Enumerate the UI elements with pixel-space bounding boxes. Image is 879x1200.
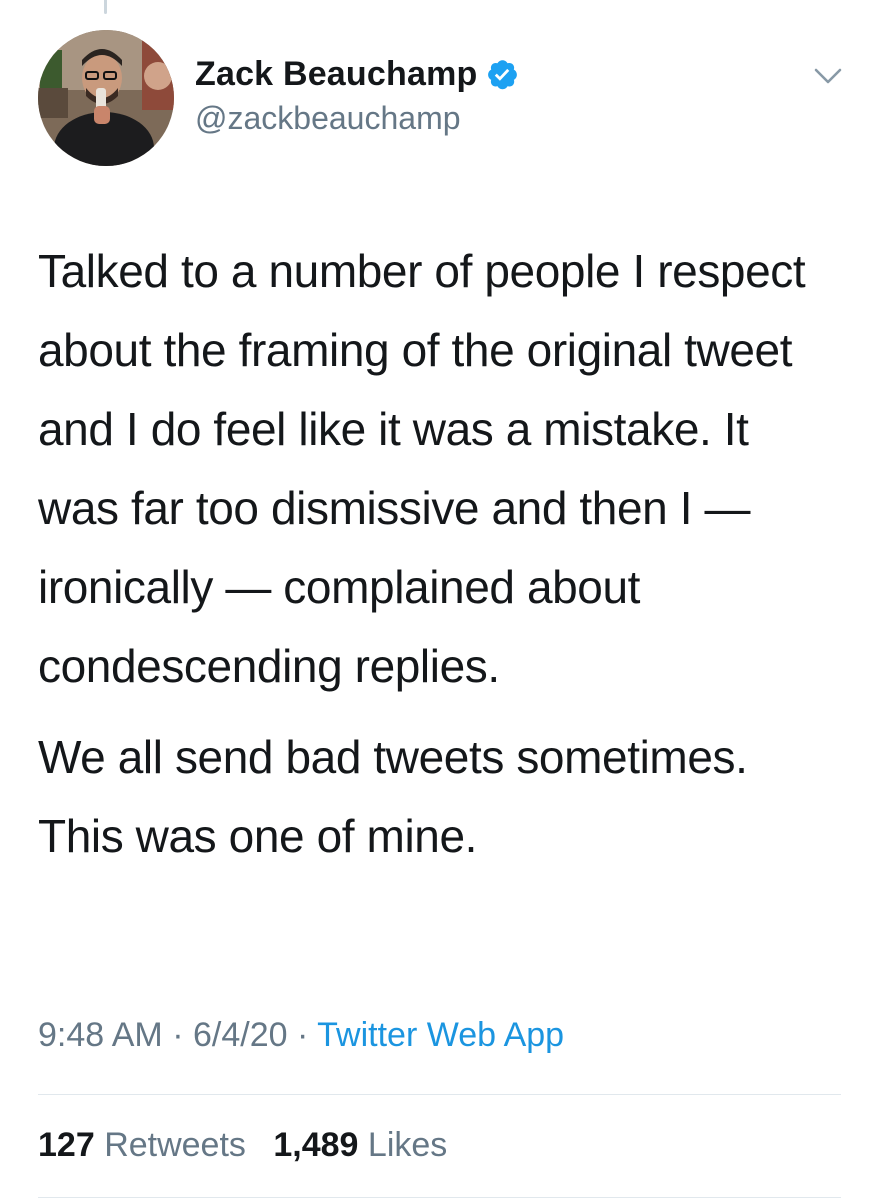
likes-stat[interactable]: 1,489 Likes: [273, 1120, 447, 1170]
tweet-date[interactable]: 6/4/20: [193, 1016, 288, 1054]
retweets-label: Retweets: [104, 1126, 246, 1164]
retweets-stat[interactable]: 127 Retweets: [38, 1120, 246, 1170]
likes-label: Likes: [367, 1126, 448, 1164]
tweet-text: Talked to a number of people I respect a…: [38, 232, 838, 876]
meta-separator: ·: [172, 1016, 184, 1054]
avatar[interactable]: [38, 30, 174, 166]
display-name[interactable]: Zack Beauchamp: [195, 55, 477, 94]
tweet-metadata: 9:48 AM · 6/4/20 · Twitter Web App: [38, 1010, 564, 1060]
verified-badge-icon: [485, 57, 519, 91]
meta-separator: ·: [296, 1016, 309, 1054]
retweets-count: 127: [38, 1126, 95, 1164]
tweet-time[interactable]: 9:48 AM: [38, 1016, 163, 1054]
chevron-down-icon[interactable]: [808, 56, 848, 96]
tweet-paragraph: We all send bad tweets sometimes. This w…: [38, 731, 748, 862]
author-handle[interactable]: @zackbeauchamp: [195, 100, 519, 137]
tweet-paragraph: Talked to a number of people I respect a…: [38, 245, 806, 692]
tweet-header: Zack Beauchamp @zackbeauchamp: [38, 30, 850, 166]
likes-count: 1,489: [273, 1126, 359, 1164]
display-name-row: Zack Beauchamp: [195, 52, 519, 96]
tweet-source-link[interactable]: Twitter Web App: [317, 1016, 564, 1054]
thread-connector-line: [104, 0, 107, 14]
tweet-stats: 127 Retweets 1,489 Likes: [38, 1120, 465, 1170]
divider: [38, 1094, 841, 1095]
author-names: Zack Beauchamp @zackbeauchamp: [195, 52, 519, 137]
profile-photo: [38, 30, 174, 166]
divider: [38, 1197, 841, 1198]
